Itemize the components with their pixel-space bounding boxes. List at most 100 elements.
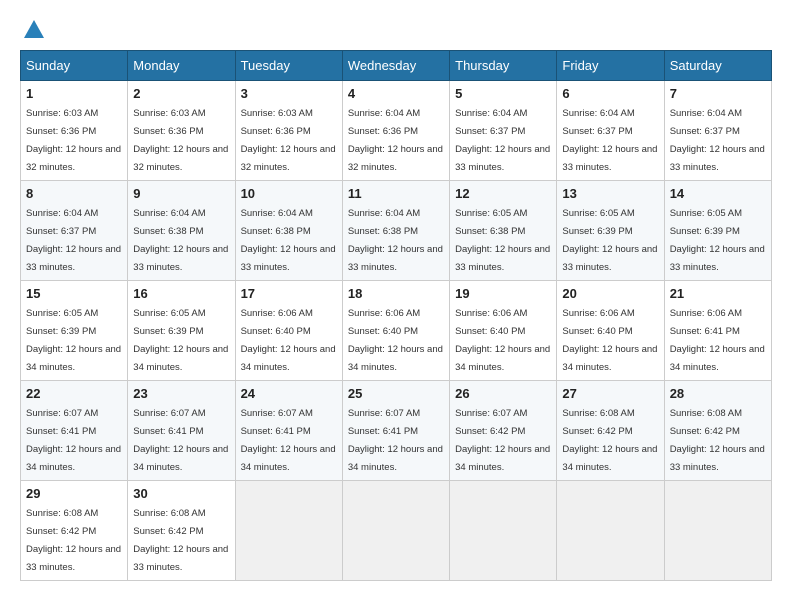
day-number: 28	[670, 386, 766, 401]
calendar-day-cell: 25 Sunrise: 6:07 AMSunset: 6:41 PMDaylig…	[342, 381, 449, 481]
calendar-header-cell: Thursday	[450, 51, 557, 81]
calendar-day-cell: 24 Sunrise: 6:07 AMSunset: 6:41 PMDaylig…	[235, 381, 342, 481]
day-info: Sunrise: 6:06 AMSunset: 6:40 PMDaylight:…	[562, 308, 657, 373]
calendar-day-cell: 8 Sunrise: 6:04 AMSunset: 6:37 PMDayligh…	[21, 181, 128, 281]
day-number: 4	[348, 86, 444, 101]
calendar-day-cell: 15 Sunrise: 6:05 AMSunset: 6:39 PMDaylig…	[21, 281, 128, 381]
calendar-header-cell: Friday	[557, 51, 664, 81]
day-info: Sunrise: 6:08 AMSunset: 6:42 PMDaylight:…	[26, 508, 121, 573]
day-number: 21	[670, 286, 766, 301]
day-number: 29	[26, 486, 122, 501]
logo-triangle-icon	[24, 20, 44, 38]
day-number: 7	[670, 86, 766, 101]
day-number: 10	[241, 186, 337, 201]
day-number: 9	[133, 186, 229, 201]
calendar-week-row: 22 Sunrise: 6:07 AMSunset: 6:41 PMDaylig…	[21, 381, 772, 481]
calendar-day-cell: 7 Sunrise: 6:04 AMSunset: 6:37 PMDayligh…	[664, 81, 771, 181]
day-number: 1	[26, 86, 122, 101]
calendar-day-cell	[557, 481, 664, 581]
day-info: Sunrise: 6:03 AMSunset: 6:36 PMDaylight:…	[26, 108, 121, 173]
calendar-header-cell: Sunday	[21, 51, 128, 81]
day-info: Sunrise: 6:07 AMSunset: 6:41 PMDaylight:…	[241, 408, 336, 473]
calendar-day-cell: 9 Sunrise: 6:04 AMSunset: 6:38 PMDayligh…	[128, 181, 235, 281]
day-number: 16	[133, 286, 229, 301]
calendar-day-cell: 23 Sunrise: 6:07 AMSunset: 6:41 PMDaylig…	[128, 381, 235, 481]
calendar-day-cell: 12 Sunrise: 6:05 AMSunset: 6:38 PMDaylig…	[450, 181, 557, 281]
day-info: Sunrise: 6:06 AMSunset: 6:40 PMDaylight:…	[241, 308, 336, 373]
calendar-day-cell: 3 Sunrise: 6:03 AMSunset: 6:36 PMDayligh…	[235, 81, 342, 181]
day-number: 11	[348, 186, 444, 201]
day-number: 19	[455, 286, 551, 301]
calendar-day-cell: 19 Sunrise: 6:06 AMSunset: 6:40 PMDaylig…	[450, 281, 557, 381]
day-info: Sunrise: 6:04 AMSunset: 6:38 PMDaylight:…	[133, 208, 228, 273]
calendar-day-cell: 22 Sunrise: 6:07 AMSunset: 6:41 PMDaylig…	[21, 381, 128, 481]
calendar-day-cell: 2 Sunrise: 6:03 AMSunset: 6:36 PMDayligh…	[128, 81, 235, 181]
calendar-body: 1 Sunrise: 6:03 AMSunset: 6:36 PMDayligh…	[21, 81, 772, 581]
day-info: Sunrise: 6:05 AMSunset: 6:39 PMDaylight:…	[670, 208, 765, 273]
day-info: Sunrise: 6:06 AMSunset: 6:40 PMDaylight:…	[455, 308, 550, 373]
calendar-day-cell: 14 Sunrise: 6:05 AMSunset: 6:39 PMDaylig…	[664, 181, 771, 281]
calendar-day-cell: 4 Sunrise: 6:04 AMSunset: 6:36 PMDayligh…	[342, 81, 449, 181]
day-number: 5	[455, 86, 551, 101]
day-info: Sunrise: 6:08 AMSunset: 6:42 PMDaylight:…	[562, 408, 657, 473]
day-number: 20	[562, 286, 658, 301]
calendar-header-cell: Saturday	[664, 51, 771, 81]
calendar-header-cell: Tuesday	[235, 51, 342, 81]
calendar-day-cell: 30 Sunrise: 6:08 AMSunset: 6:42 PMDaylig…	[128, 481, 235, 581]
day-info: Sunrise: 6:08 AMSunset: 6:42 PMDaylight:…	[670, 408, 765, 473]
day-number: 22	[26, 386, 122, 401]
logo	[20, 20, 44, 40]
calendar-week-row: 1 Sunrise: 6:03 AMSunset: 6:36 PMDayligh…	[21, 81, 772, 181]
calendar-header-cell: Wednesday	[342, 51, 449, 81]
calendar-day-cell: 27 Sunrise: 6:08 AMSunset: 6:42 PMDaylig…	[557, 381, 664, 481]
day-info: Sunrise: 6:04 AMSunset: 6:38 PMDaylight:…	[348, 208, 443, 273]
day-number: 26	[455, 386, 551, 401]
calendar-day-cell: 1 Sunrise: 6:03 AMSunset: 6:36 PMDayligh…	[21, 81, 128, 181]
day-number: 13	[562, 186, 658, 201]
day-info: Sunrise: 6:05 AMSunset: 6:39 PMDaylight:…	[562, 208, 657, 273]
calendar-day-cell: 21 Sunrise: 6:06 AMSunset: 6:41 PMDaylig…	[664, 281, 771, 381]
calendar-week-row: 29 Sunrise: 6:08 AMSunset: 6:42 PMDaylig…	[21, 481, 772, 581]
day-number: 24	[241, 386, 337, 401]
day-number: 23	[133, 386, 229, 401]
day-info: Sunrise: 6:04 AMSunset: 6:37 PMDaylight:…	[26, 208, 121, 273]
day-info: Sunrise: 6:04 AMSunset: 6:37 PMDaylight:…	[562, 108, 657, 173]
day-number: 27	[562, 386, 658, 401]
day-number: 17	[241, 286, 337, 301]
day-info: Sunrise: 6:05 AMSunset: 6:39 PMDaylight:…	[26, 308, 121, 373]
day-number: 14	[670, 186, 766, 201]
calendar-day-cell	[235, 481, 342, 581]
calendar-day-cell: 10 Sunrise: 6:04 AMSunset: 6:38 PMDaylig…	[235, 181, 342, 281]
day-info: Sunrise: 6:08 AMSunset: 6:42 PMDaylight:…	[133, 508, 228, 573]
calendar-week-row: 8 Sunrise: 6:04 AMSunset: 6:37 PMDayligh…	[21, 181, 772, 281]
day-number: 8	[26, 186, 122, 201]
calendar-day-cell: 17 Sunrise: 6:06 AMSunset: 6:40 PMDaylig…	[235, 281, 342, 381]
calendar-day-cell: 16 Sunrise: 6:05 AMSunset: 6:39 PMDaylig…	[128, 281, 235, 381]
calendar-day-cell: 18 Sunrise: 6:06 AMSunset: 6:40 PMDaylig…	[342, 281, 449, 381]
calendar-day-cell	[664, 481, 771, 581]
day-number: 15	[26, 286, 122, 301]
calendar-day-cell: 5 Sunrise: 6:04 AMSunset: 6:37 PMDayligh…	[450, 81, 557, 181]
day-number: 6	[562, 86, 658, 101]
day-info: Sunrise: 6:05 AMSunset: 6:38 PMDaylight:…	[455, 208, 550, 273]
day-info: Sunrise: 6:04 AMSunset: 6:37 PMDaylight:…	[455, 108, 550, 173]
day-info: Sunrise: 6:06 AMSunset: 6:40 PMDaylight:…	[348, 308, 443, 373]
day-info: Sunrise: 6:04 AMSunset: 6:37 PMDaylight:…	[670, 108, 765, 173]
day-number: 25	[348, 386, 444, 401]
day-info: Sunrise: 6:03 AMSunset: 6:36 PMDaylight:…	[133, 108, 228, 173]
page-header	[20, 20, 772, 40]
day-number: 30	[133, 486, 229, 501]
day-number: 3	[241, 86, 337, 101]
calendar-day-cell	[342, 481, 449, 581]
calendar-day-cell: 11 Sunrise: 6:04 AMSunset: 6:38 PMDaylig…	[342, 181, 449, 281]
calendar-day-cell: 29 Sunrise: 6:08 AMSunset: 6:42 PMDaylig…	[21, 481, 128, 581]
day-info: Sunrise: 6:07 AMSunset: 6:41 PMDaylight:…	[348, 408, 443, 473]
day-info: Sunrise: 6:05 AMSunset: 6:39 PMDaylight:…	[133, 308, 228, 373]
day-number: 12	[455, 186, 551, 201]
calendar-day-cell: 20 Sunrise: 6:06 AMSunset: 6:40 PMDaylig…	[557, 281, 664, 381]
day-info: Sunrise: 6:04 AMSunset: 6:36 PMDaylight:…	[348, 108, 443, 173]
calendar-week-row: 15 Sunrise: 6:05 AMSunset: 6:39 PMDaylig…	[21, 281, 772, 381]
day-info: Sunrise: 6:04 AMSunset: 6:38 PMDaylight:…	[241, 208, 336, 273]
calendar-day-cell: 26 Sunrise: 6:07 AMSunset: 6:42 PMDaylig…	[450, 381, 557, 481]
day-info: Sunrise: 6:03 AMSunset: 6:36 PMDaylight:…	[241, 108, 336, 173]
